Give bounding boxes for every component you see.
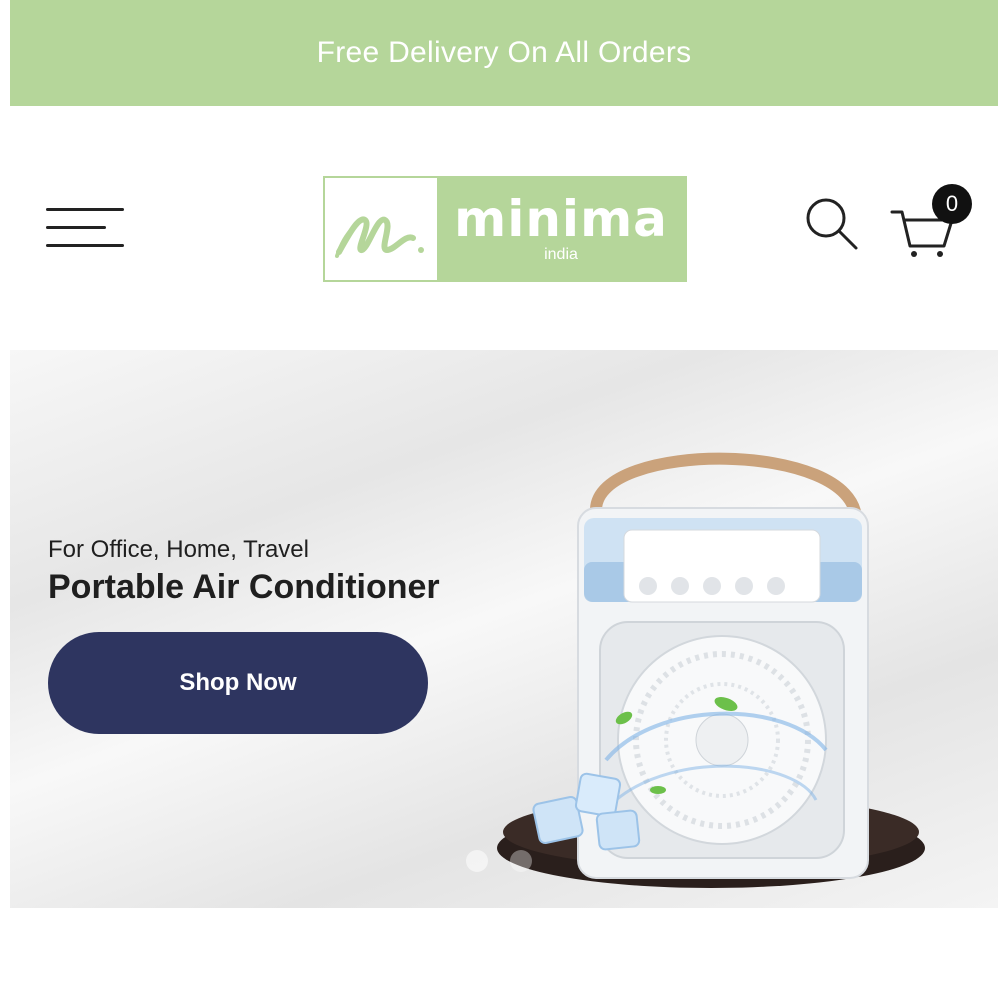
- announcement-bar: Free Delivery On All Orders: [10, 0, 998, 106]
- slide-dots: [466, 850, 532, 872]
- hero-banner: For Office, Home, Travel Portable Air Co…: [10, 350, 998, 908]
- logo-sub: india: [544, 246, 578, 263]
- logo-wordmark: minima india: [437, 178, 685, 280]
- hero-subtitle: For Office, Home, Travel: [48, 536, 309, 563]
- menu-icon[interactable]: [46, 206, 126, 252]
- hero-title: Portable Air Conditioner: [48, 568, 440, 606]
- shop-now-button[interactable]: Shop Now: [48, 632, 428, 734]
- search-icon[interactable]: [802, 194, 862, 254]
- announcement-text: Free Delivery On All Orders: [316, 36, 692, 69]
- logo-mark: [325, 178, 437, 280]
- slide-dot-2[interactable]: [510, 850, 532, 872]
- brand-logo[interactable]: minima india: [323, 176, 687, 282]
- slide-dot-1[interactable]: [466, 850, 488, 872]
- cart-count-badge: 0: [932, 184, 972, 224]
- product-image: [497, 452, 925, 888]
- logo-word: minima: [454, 190, 668, 248]
- site-header: minima india 0: [0, 106, 1000, 350]
- cart-button[interactable]: 0: [888, 184, 978, 264]
